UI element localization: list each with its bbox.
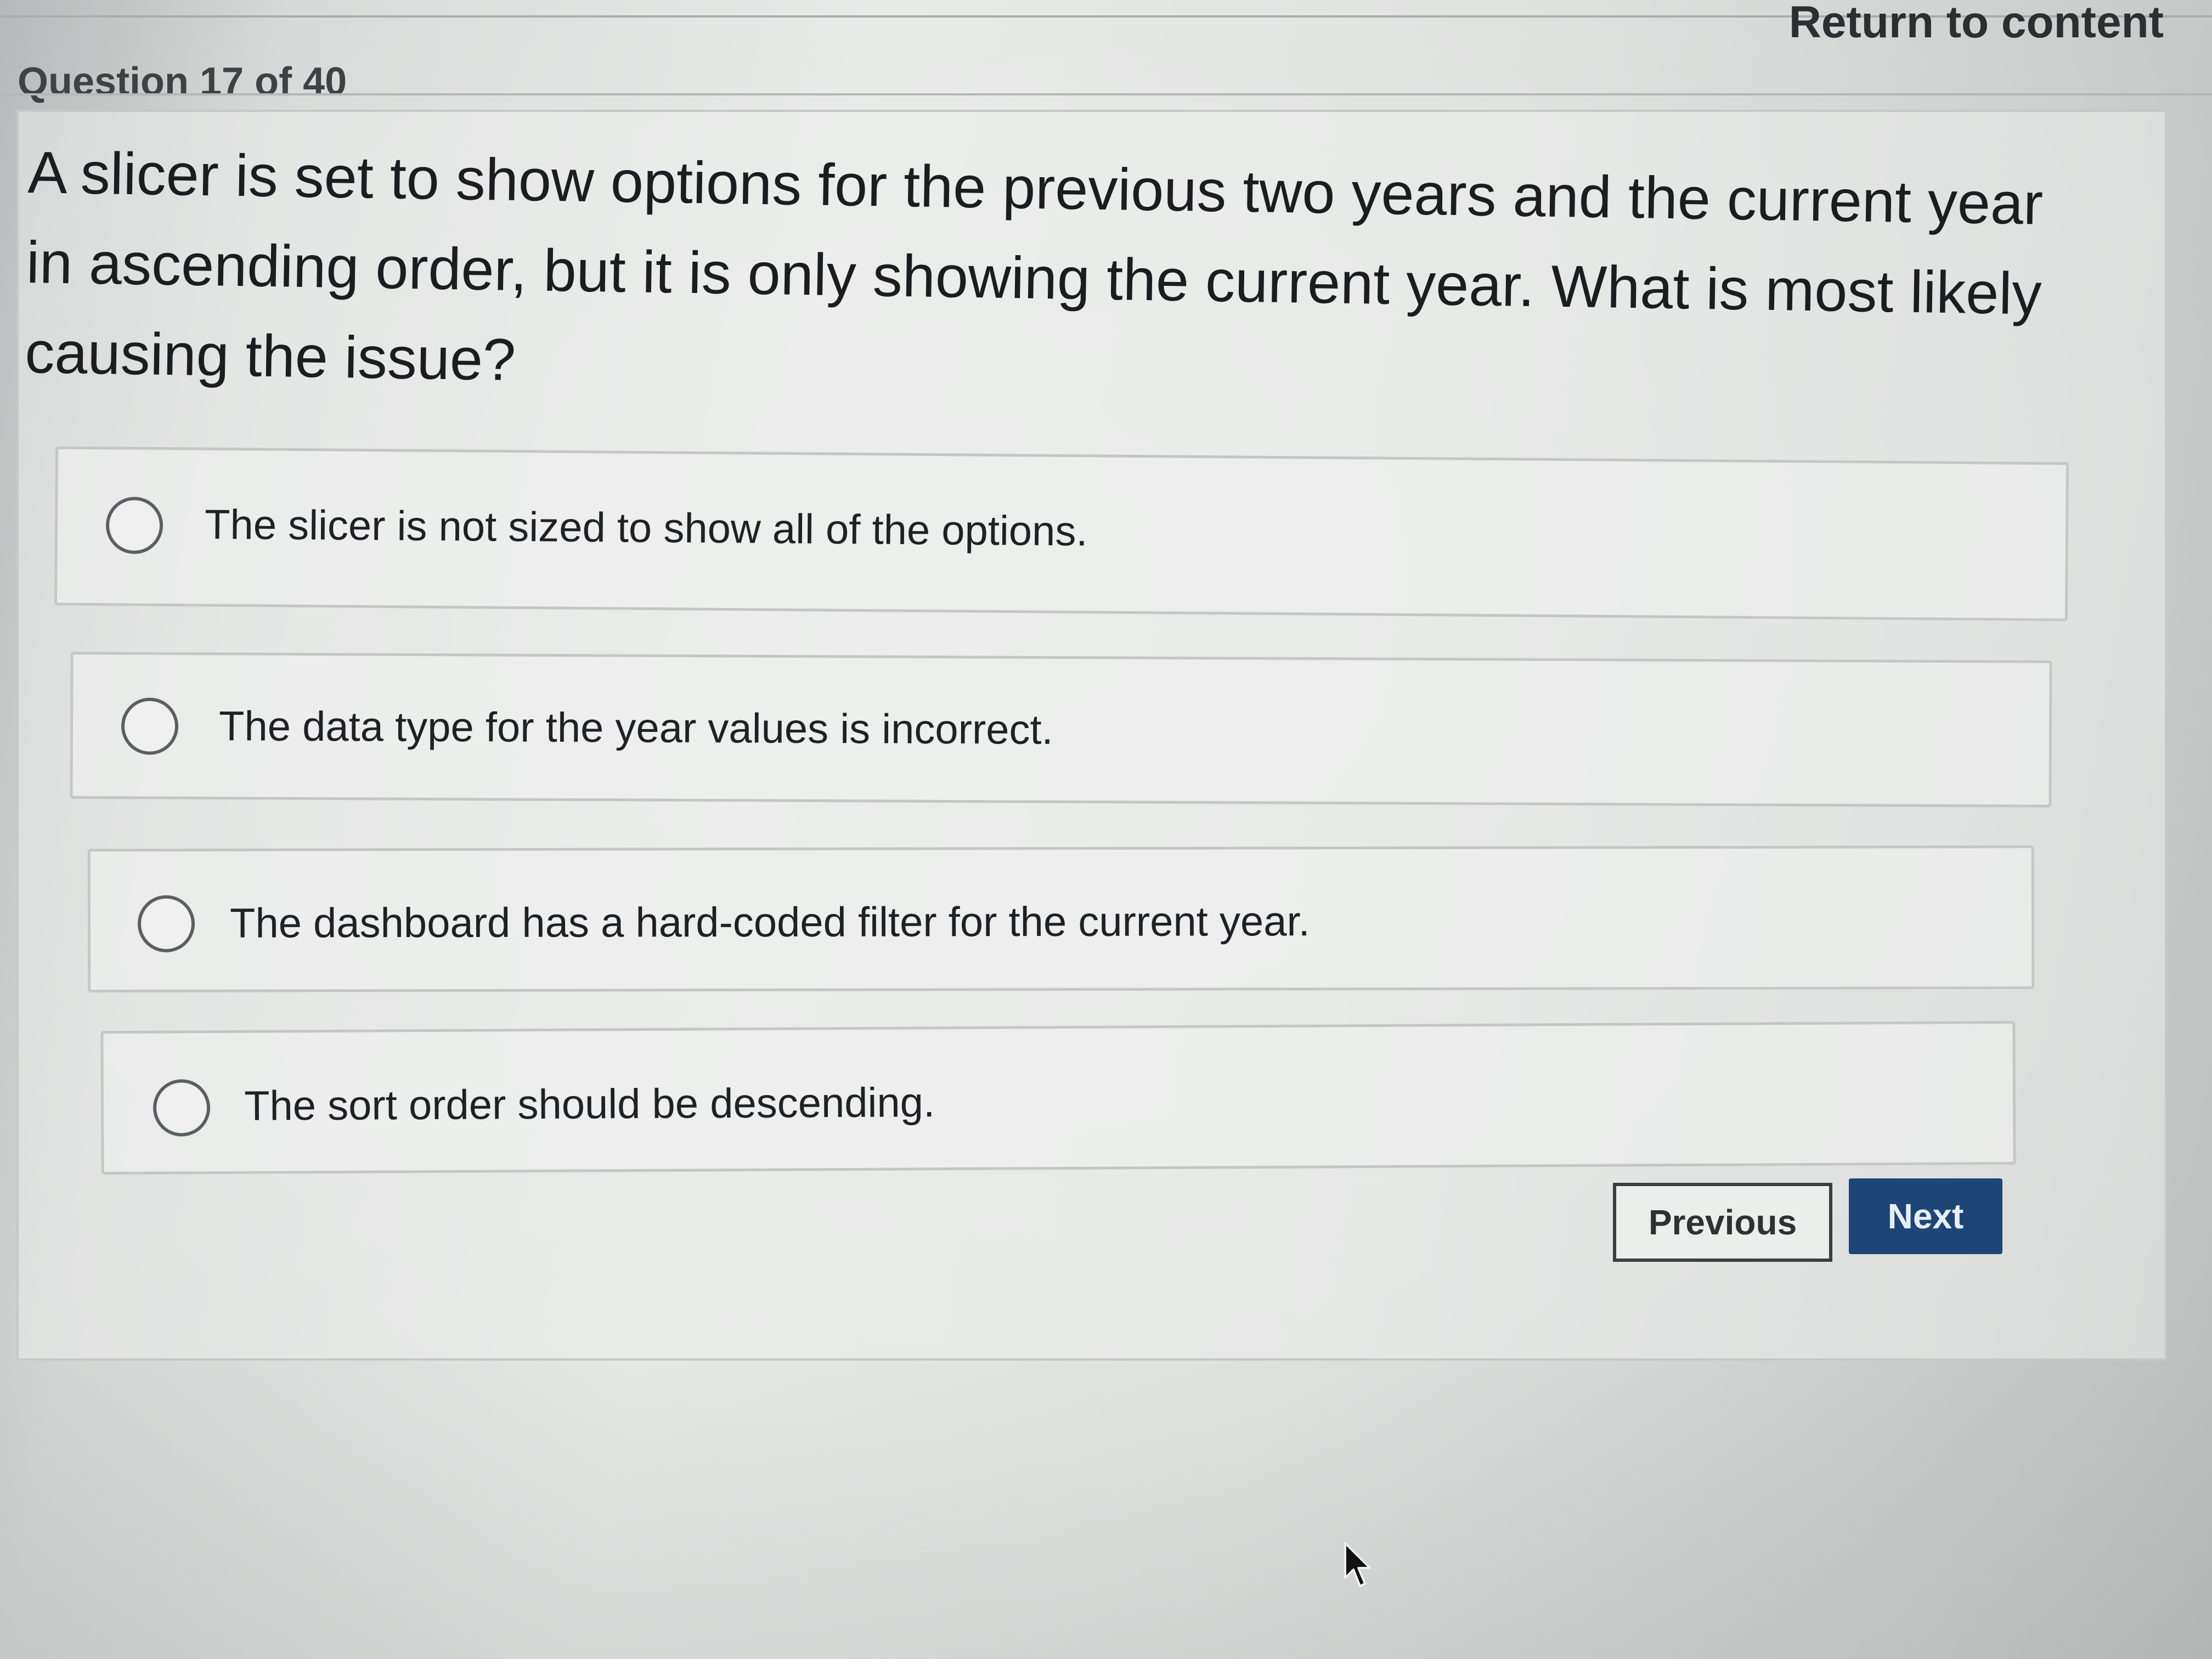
previous-button[interactable]: Previous: [1613, 1183, 1832, 1262]
answer-option-label: The slicer is not sized to show all of t…: [204, 501, 1088, 555]
radio-unchecked-icon[interactable]: [121, 697, 179, 755]
answer-option-2[interactable]: The data type for the year values is inc…: [70, 652, 2052, 808]
answer-option-3[interactable]: The dashboard has a hard-coded filter fo…: [87, 845, 2035, 993]
return-to-content-link[interactable]: Return to content: [1789, 0, 2164, 48]
exam-screen: Return to content Question 17 of 40 A sl…: [0, 0, 2212, 1659]
radio-unchecked-icon[interactable]: [153, 1079, 211, 1137]
lower-screen-area: [0, 1361, 2212, 1659]
answer-option-4[interactable]: The sort order should be descending.: [100, 1020, 2016, 1175]
mouse-pointer-icon: [1344, 1542, 1371, 1587]
radio-unchecked-icon[interactable]: [137, 895, 195, 952]
question-text: A slicer is set to show options for the …: [24, 138, 2044, 393]
radio-unchecked-icon[interactable]: [105, 496, 163, 555]
question-counter: Question 17 of 40: [18, 60, 347, 104]
answer-option-1[interactable]: The slicer is not sized to show all of t…: [54, 446, 2069, 622]
header-divider: [0, 93, 2212, 95]
answer-option-label: The dashboard has a hard-coded filter fo…: [229, 898, 1310, 947]
answer-option-label: The sort order should be descending.: [244, 1079, 935, 1130]
next-button[interactable]: Next: [1849, 1178, 2002, 1254]
answer-option-label: The data type for the year values is inc…: [218, 703, 1053, 753]
